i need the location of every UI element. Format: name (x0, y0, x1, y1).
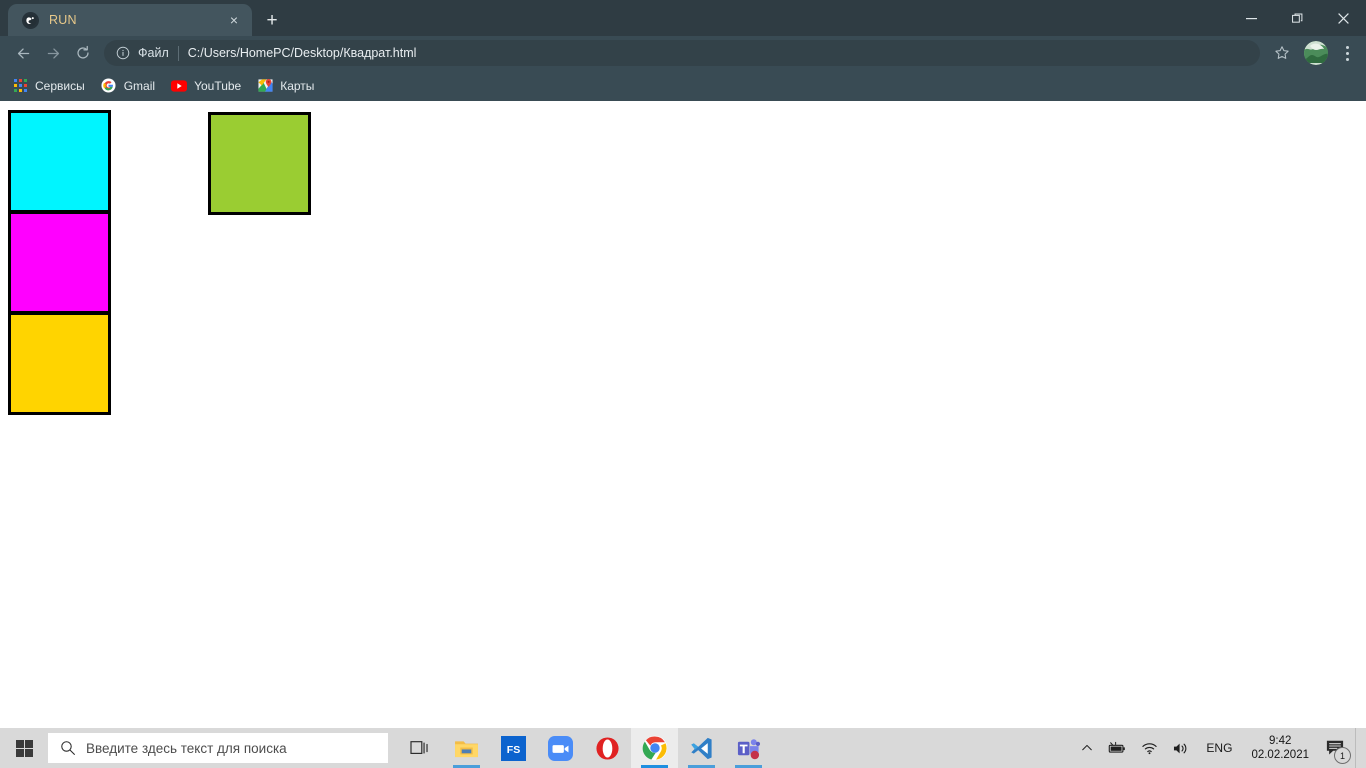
windows-taskbar: Введите здесь текст для поиска FS ENG 9:… (0, 728, 1366, 768)
clock[interactable]: 9:42 02.02.2021 (1241, 728, 1319, 768)
restore-icon[interactable] (1274, 0, 1320, 36)
show-desktop-button[interactable] (1355, 728, 1362, 768)
tab-strip: RUN × + (0, 0, 1366, 36)
task-view-icon[interactable] (396, 728, 443, 768)
square-cyan (8, 110, 111, 213)
bookmark-gmail[interactable]: Gmail (99, 75, 163, 97)
clock-date: 02.02.2021 (1251, 749, 1309, 761)
clock-time: 9:42 (1269, 734, 1292, 747)
address-bar[interactable]: Файл C:/Users/HomePC/Desktop/Квадрат.htm… (104, 40, 1260, 66)
reload-icon[interactable] (68, 38, 98, 68)
svg-text:FS: FS (507, 743, 521, 755)
omnibox-separator (177, 45, 179, 61)
google-maps-icon (257, 78, 273, 94)
gmail-icon (101, 78, 117, 94)
notification-icon[interactable]: 1 (1319, 728, 1355, 768)
google-chrome-icon[interactable] (631, 728, 678, 768)
square-gold (8, 312, 111, 415)
square-magenta (8, 211, 111, 314)
file-explorer-icon[interactable] (443, 728, 490, 768)
close-tab-icon[interactable]: × (224, 10, 244, 30)
tab-title: RUN (49, 13, 77, 27)
bookmark-label: Сервисы (35, 78, 85, 93)
bookmark-maps[interactable]: Карты (255, 75, 322, 97)
square-green (208, 112, 311, 215)
url-text: C:/Users/HomePC/Desktop/Квадрат.html (187, 46, 417, 60)
microsoft-teams-icon[interactable] (725, 728, 772, 768)
star-icon[interactable] (1268, 39, 1296, 67)
page-viewport (0, 101, 1366, 728)
profile-avatar[interactable] (1304, 41, 1328, 65)
youtube-icon (171, 78, 188, 94)
globe-swirl-icon (22, 11, 39, 29)
url-scheme-label: Файл (138, 46, 169, 60)
bookmarks-bar: Сервисы Gmail YouTube Карты (0, 70, 1366, 101)
notification-count-badge: 1 (1334, 747, 1351, 764)
back-arrow-icon[interactable] (8, 38, 38, 68)
wifi-icon[interactable] (1134, 728, 1165, 768)
browser-tab[interactable]: RUN × (8, 4, 252, 36)
browser-toolbar: Файл C:/Users/HomePC/Desktop/Квадрат.htm… (0, 36, 1366, 70)
bookmark-label: Gmail (123, 78, 156, 93)
forward-arrow-icon[interactable] (38, 38, 68, 68)
three-dots-menu-icon[interactable] (1334, 39, 1360, 67)
battery-icon[interactable] (1100, 728, 1134, 768)
bookmark-label: YouTube (194, 78, 242, 93)
apps-grid-icon (12, 78, 28, 94)
speaker-icon[interactable] (1165, 728, 1197, 768)
fs-app-icon[interactable]: FS (490, 728, 537, 768)
minimize-icon[interactable] (1228, 0, 1274, 36)
bookmark-services[interactable]: Сервисы (10, 75, 93, 97)
new-tab-button[interactable]: + (258, 6, 286, 34)
browser-window: RUN × + Файл C:/Users/HomePC/Desktop/Ква… (0, 0, 1366, 728)
taskbar-search-input[interactable]: Введите здесь текст для поиска (48, 733, 388, 763)
search-icon (60, 740, 76, 756)
vs-code-icon[interactable] (678, 728, 725, 768)
system-tray: ENG 9:42 02.02.2021 1 (1074, 728, 1366, 768)
info-circle-icon[interactable] (116, 46, 130, 60)
keyboard-language-indicator[interactable]: ENG (1197, 741, 1241, 755)
chevron-up-icon[interactable] (1074, 728, 1100, 768)
windows-start-icon[interactable] (0, 728, 48, 768)
close-icon[interactable] (1320, 0, 1366, 36)
taskbar-app-buttons: FS (396, 728, 772, 768)
search-placeholder: Введите здесь текст для поиска (86, 740, 287, 756)
opera-icon[interactable] (584, 728, 631, 768)
zoom-icon[interactable] (537, 728, 584, 768)
bookmark-youtube[interactable]: YouTube (169, 75, 249, 97)
bookmark-label: Карты (280, 78, 315, 93)
window-controls (1228, 0, 1366, 36)
